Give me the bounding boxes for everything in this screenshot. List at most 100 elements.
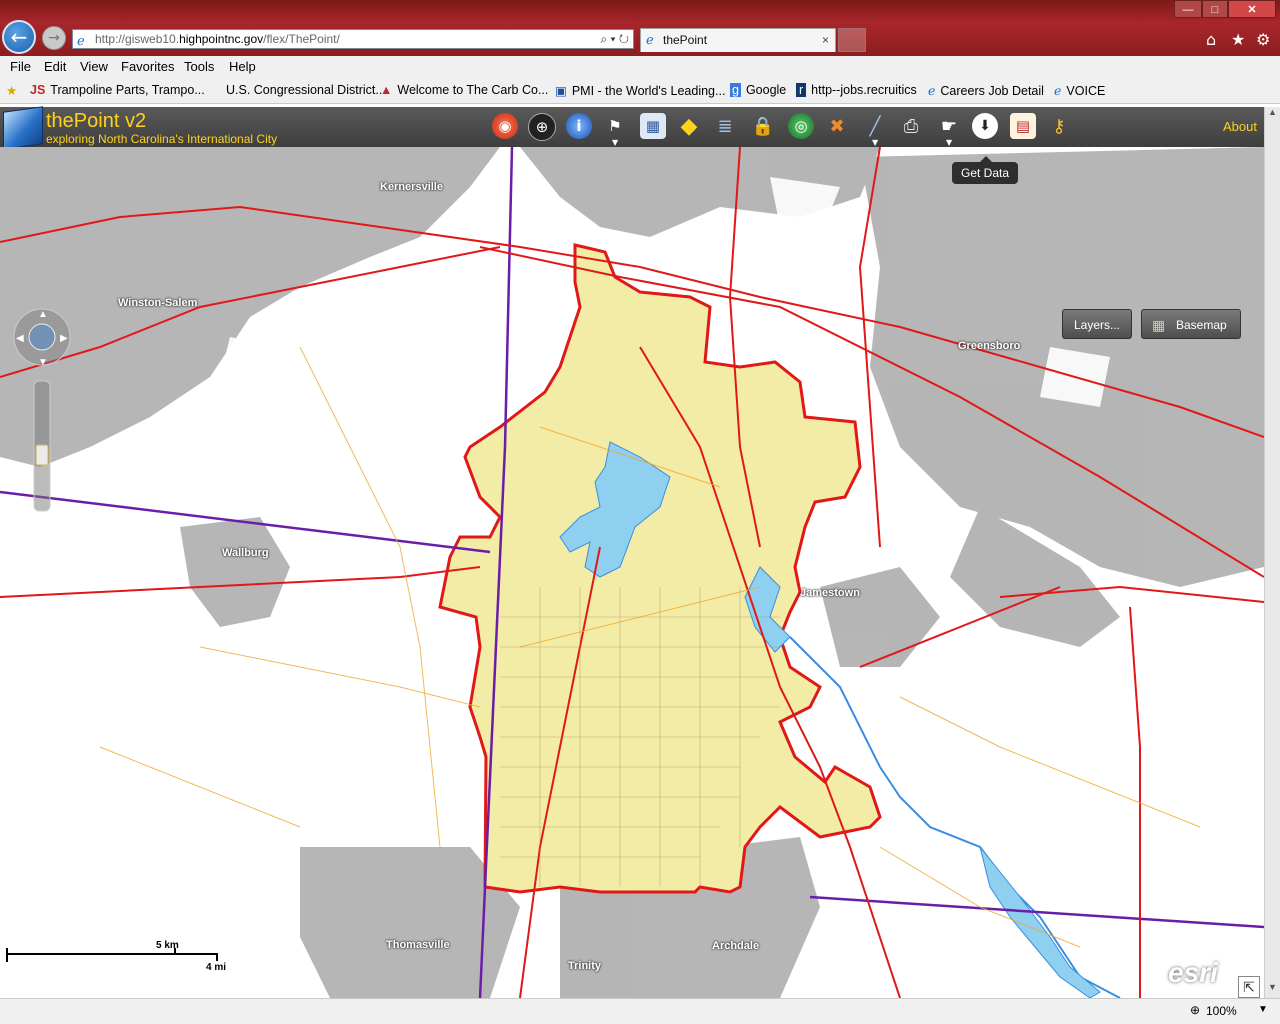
bookmark-icon[interactable]: ⚑ ▼	[602, 113, 628, 147]
table-icon[interactable]: ▦	[640, 113, 666, 139]
maximize-button[interactable]: □	[1202, 0, 1228, 18]
print-icon[interactable]: ⎙	[898, 113, 924, 139]
layers-stack-icon[interactable]: ≣	[712, 113, 738, 139]
back-arrow-icon: ←	[10, 25, 28, 49]
tab-title: thePoint	[663, 33, 708, 47]
favorite-label: VOICE	[1066, 84, 1106, 98]
menu-edit[interactable]: Edit	[44, 59, 66, 74]
scroll-down-icon[interactable]: ▼	[1265, 982, 1280, 998]
lock-icon[interactable]: 🔒	[750, 113, 776, 139]
app-title: thePoint v2	[46, 110, 147, 132]
ie-page-icon: ℯ	[1054, 84, 1062, 98]
address-tools[interactable]: ⌕ ▾ ↻	[600, 30, 629, 48]
map-label-wallburg: Wallburg	[222, 547, 269, 559]
gear-icon[interactable]: ⚙	[1256, 30, 1270, 49]
map-label-archdale: Archdale	[712, 940, 760, 952]
close-window-button[interactable]: ✕	[1228, 0, 1276, 18]
favorite-link-1[interactable]: JS Trampoline Parts, Trampo...	[30, 83, 205, 97]
favorite-link-3[interactable]: ▲ Welcome to The Carb Co...	[380, 83, 548, 97]
menu-tools[interactable]: Tools	[184, 59, 214, 74]
route-icon[interactable]: ◆	[676, 113, 702, 139]
info-icon[interactable]: i	[566, 113, 592, 139]
menu-favorites[interactable]: Favorites	[121, 59, 174, 74]
ie-page-icon: ℯ	[928, 84, 936, 98]
forward-button[interactable]: →	[42, 26, 66, 50]
menu-bar: File Edit View Favorites Tools Help	[0, 56, 1280, 78]
tab-thepoint[interactable]: ℯ thePoint ×	[640, 28, 836, 52]
favorite-link-5[interactable]: g Google	[730, 83, 786, 97]
url-host: highpointnc.gov	[179, 32, 264, 46]
carb-icon: ▲	[380, 83, 393, 97]
vertical-scrollbar[interactable]: ▲ ▼	[1264, 107, 1280, 998]
zoom-level[interactable]: 100%	[1206, 1004, 1237, 1018]
address-bar[interactable]: ℯ http://gisweb10.highpointnc.gov/flex/T…	[72, 29, 634, 49]
measure-icon[interactable]: ╱ ▼	[862, 113, 888, 148]
pan-button[interactable]	[36, 297, 50, 311]
home-icon[interactable]: ⌂	[1206, 30, 1216, 49]
favorite-link-2[interactable]: U.S. Congressional District...	[226, 83, 386, 97]
map-graphics	[0, 147, 1264, 998]
js-icon: JS	[30, 83, 46, 97]
get-data-icon[interactable]: ⬇	[972, 113, 998, 139]
svg-text:◀: ◀	[16, 333, 24, 344]
report-icon[interactable]: ▤	[1010, 113, 1036, 139]
about-link[interactable]: About	[1223, 119, 1257, 134]
draw-icon[interactable]: ✖	[824, 113, 850, 139]
map-label-thomasville: Thomasville	[386, 939, 450, 951]
new-tab-button[interactable]	[838, 28, 866, 52]
basemap-grid-icon: ▦	[1152, 317, 1166, 333]
favorite-link-4[interactable]: ▣ PMI - the World's Leading...	[555, 83, 725, 98]
hand-select-icon[interactable]: ☛ ▼	[936, 113, 962, 148]
app-subtitle: exploring North Carolina's International…	[46, 132, 278, 146]
favorite-label: http--jobs.recruitics	[811, 83, 917, 97]
menu-help[interactable]: Help	[229, 59, 256, 74]
favorites-star-icon[interactable]: ★	[1231, 30, 1245, 49]
favorite-link-8[interactable]: ℯ VOICE	[1054, 83, 1105, 98]
esri-logo: esri	[1168, 957, 1218, 988]
favorite-label: U.S. Congressional District...	[226, 83, 386, 97]
globe-icon[interactable]: ◎	[788, 113, 814, 139]
tab-close-icon[interactable]: ×	[822, 29, 829, 51]
zoom-magnifier-icon: ⊕	[1190, 1003, 1201, 1017]
url-path: /flex/ThePoint/	[263, 32, 340, 46]
favorites-bar: ★ JS Trampoline Parts, Trampo... U.S. Con…	[0, 78, 1280, 104]
favorite-link-6[interactable]: r http--jobs.recruitics	[796, 83, 917, 97]
map-label-kernersville: Kernersville	[380, 181, 443, 193]
jobs-icon: r	[796, 83, 807, 97]
scroll-up-icon[interactable]: ▲	[1265, 107, 1280, 123]
map-canvas[interactable]: Kernersville Winston-Salem Greensboro Wa…	[0, 147, 1264, 998]
search-icon[interactable]: ⌕	[600, 32, 607, 46]
map-navigation-control: ▲ ▼ ◀ ▶	[10, 299, 74, 529]
zoom-in-button[interactable]	[36, 369, 50, 383]
map-label-winston-salem: Winston-Salem	[118, 297, 198, 309]
status-bar: ⊕ 100% ▼	[0, 998, 1280, 1024]
map-expand-icon[interactable]: ⇱	[1238, 976, 1260, 998]
get-data-tooltip: Get Data	[952, 156, 1018, 184]
ie-page-icon: ℯ	[646, 32, 654, 47]
map-label-jamestown: Jamestown	[800, 587, 860, 599]
back-button[interactable]: ←	[2, 20, 36, 54]
key-icon[interactable]: ⚷	[1046, 113, 1072, 139]
menu-view[interactable]: View	[80, 59, 108, 74]
svg-text:▶: ▶	[60, 333, 68, 344]
zoom-dropdown-icon[interactable]: ▼	[1258, 1004, 1268, 1015]
layers-button[interactable]: Layers...	[1062, 309, 1132, 339]
forward-arrow-icon: →	[48, 30, 60, 46]
navigate-icon[interactable]: ⊕	[528, 113, 556, 141]
url-prefix: http://gisweb10.	[95, 32, 180, 46]
favorites-star-add-icon[interactable]: ★	[6, 83, 22, 98]
menu-file[interactable]: File	[10, 59, 31, 74]
google-icon: g	[730, 83, 741, 97]
ie-page-icon: ℯ	[77, 33, 85, 48]
scale-label-mi: 4 mi	[206, 962, 227, 973]
refresh-icon[interactable]: ↻	[619, 32, 629, 46]
favorite-label: PMI - the World's Leading...	[571, 84, 726, 98]
basemap-button[interactable]: ▦ Basemap	[1141, 309, 1241, 339]
pmi-icon: ▣	[555, 84, 567, 98]
favorite-link-7[interactable]: ℯ Careers Job Detail	[928, 83, 1044, 98]
minimize-button[interactable]: —	[1174, 0, 1202, 18]
record-icon[interactable]: ◉	[492, 113, 518, 139]
svg-text:▼: ▼	[38, 357, 48, 368]
map-label-trinity: Trinity	[568, 960, 602, 972]
favorite-label: Google	[745, 83, 787, 97]
